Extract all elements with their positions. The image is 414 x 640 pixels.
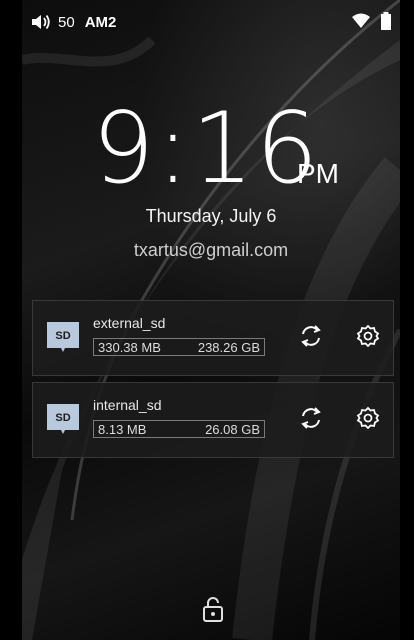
sync-icon[interactable]: [298, 405, 324, 431]
sd-card-icon: SD: [47, 404, 79, 434]
gear-icon[interactable]: [356, 406, 380, 430]
storage-name: internal_sd: [93, 397, 162, 413]
volume-level: 50: [58, 13, 75, 31]
storage-total: 238.26 GB: [197, 340, 260, 355]
speaker-icon: [32, 14, 50, 30]
wifi-icon: [352, 13, 370, 28]
storage-used: 8.13 MB: [98, 422, 147, 437]
status-right: [352, 12, 392, 30]
svg-text:SD: SD: [55, 330, 70, 342]
lock-screen: 50 AM2 9:16 PM Thursday, July 6 txartus@…: [22, 0, 400, 640]
account-email: txartus@gmail.com: [133, 240, 289, 260]
storage-used: 330.38 MB: [98, 340, 161, 355]
storage-usage-bar: 330.38 MB 238.26 GB: [93, 338, 265, 356]
date-label: Thursday, July 6: [145, 206, 277, 226]
battery-icon: [381, 12, 391, 30]
storage-usage-bar: 8.13 MB 26.08 GB: [93, 420, 265, 438]
storage-total: 26.08 GB: [205, 422, 260, 437]
svg-text:SD: SD: [55, 412, 70, 424]
clock-time: 9:16: [92, 92, 321, 206]
unlock-icon[interactable]: [202, 596, 224, 622]
status-bar: 50 AM2: [22, 0, 400, 44]
clock-ampm: PM: [297, 158, 339, 189]
clock: 9:16 PM: [92, 100, 372, 210]
storage-widget-external[interactable]: SD external_sd 330.38 MB 238.26 GB: [32, 300, 394, 376]
storage-name: external_sd: [93, 315, 166, 331]
network-label: AM2: [84, 13, 117, 31]
storage-widget-internal[interactable]: SD internal_sd 8.13 MB 26.08 GB: [32, 382, 394, 458]
sd-card-icon: SD: [47, 322, 79, 352]
gear-icon[interactable]: [356, 324, 380, 348]
sync-icon[interactable]: [298, 323, 324, 349]
status-left: 50 AM2: [30, 12, 116, 32]
